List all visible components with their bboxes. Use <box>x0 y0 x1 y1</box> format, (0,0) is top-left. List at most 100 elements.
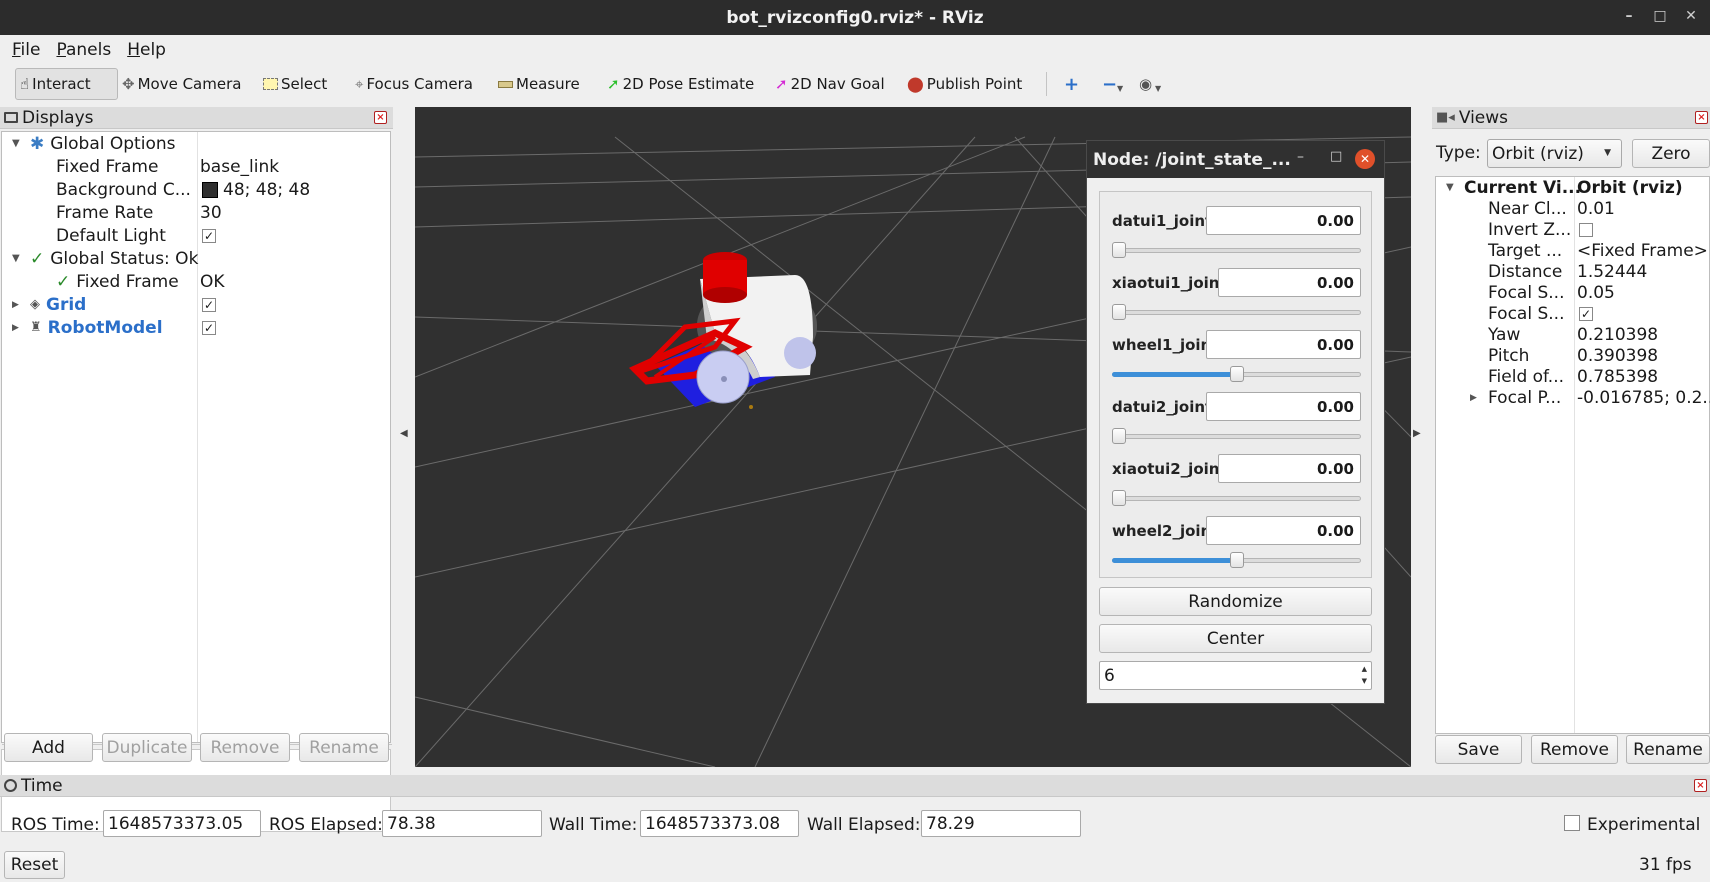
joint-slider-track[interactable] <box>1112 434 1361 439</box>
measure-label: Measure <box>516 75 580 93</box>
joint-label: wheel2_joint <box>1112 522 1219 540</box>
maximize-icon[interactable]: □ <box>1651 8 1669 24</box>
joint-slider-handle[interactable] <box>1112 304 1126 320</box>
reset-button[interactable]: Reset <box>4 851 65 879</box>
joint-slider-handle[interactable] <box>1112 428 1126 444</box>
interact-tool[interactable]: ☝ Interact <box>15 68 118 100</box>
close-panel-icon[interactable]: × <box>1694 779 1707 792</box>
target-frame-value[interactable]: <Fixed Frame> <box>1577 240 1708 261</box>
joint-value-field[interactable]: 0.00 <box>1206 206 1361 235</box>
joint-count-spinbox[interactable]: 6 ▲ ▼ <box>1099 661 1372 690</box>
crosshair-icon: ⌖ <box>355 75 364 93</box>
center-button[interactable]: Center <box>1099 624 1372 653</box>
randomize-button[interactable]: Randomize <box>1099 587 1372 616</box>
focus-camera-tool[interactable]: ⌖ Focus Camera <box>351 68 477 100</box>
global-status-label: Global Status: Ok <box>50 248 199 269</box>
minimize-icon[interactable]: – <box>1620 8 1638 24</box>
joint-value-field[interactable]: 0.00 <box>1206 392 1361 421</box>
joint-slider-handle[interactable] <box>1230 366 1244 382</box>
add-display-button[interactable]: Add <box>4 733 93 762</box>
collapse-arrow-icon[interactable]: ▶ <box>1470 393 1488 403</box>
dropdown-arrow-icon[interactable]: ▼ <box>1117 84 1123 93</box>
eye-icon[interactable]: ◉ <box>1135 68 1156 100</box>
add-tool-icon[interactable]: + <box>1060 68 1083 100</box>
current-view-row[interactable]: ▼ Current Vi... <box>1446 177 1581 198</box>
rename-view-button[interactable]: Rename <box>1626 735 1710 764</box>
rename-display-button[interactable]: Rename <box>299 733 389 762</box>
close-window-icon[interactable]: ✕ <box>1682 8 1700 24</box>
joint-value-field[interactable]: 0.00 <box>1206 330 1361 359</box>
wall-elapsed-field[interactable]: 78.29 <box>921 810 1081 837</box>
collapse-left-icon[interactable]: ◀ <box>400 428 408 439</box>
joint-slider-track[interactable] <box>1112 310 1361 315</box>
spin-arrows-icon[interactable]: ▲ ▼ <box>1362 663 1367 687</box>
joint-slider-track[interactable] <box>1112 496 1361 501</box>
measure-tool[interactable]: Measure <box>494 68 584 100</box>
focal-shape-size-value[interactable]: 0.05 <box>1577 282 1615 303</box>
joint-value-field[interactable]: 0.00 <box>1218 454 1361 483</box>
grid-checkbox[interactable]: ✓ <box>202 294 216 315</box>
zero-button[interactable]: Zero <box>1632 139 1710 168</box>
tree-row-global-status[interactable]: ▼ ✓ Global Status: Ok <box>12 248 198 269</box>
move-camera-tool[interactable]: ✥ Move Camera <box>118 68 245 100</box>
expand-arrow-icon[interactable]: ▼ <box>12 138 26 149</box>
close-panel-icon[interactable]: × <box>1695 111 1708 124</box>
focal-point-value[interactable]: -0.016785; 0.2... <box>1577 387 1710 408</box>
remove-display-button[interactable]: Remove <box>200 733 290 762</box>
pitch-value[interactable]: 0.390398 <box>1577 345 1658 366</box>
near-clip-value[interactable]: 0.01 <box>1577 198 1615 219</box>
background-color-text: 48; 48; 48 <box>223 179 311 200</box>
menu-help[interactable]: Help <box>127 40 166 60</box>
ros-elapsed-field[interactable]: 78.38 <box>382 810 542 837</box>
default-light-checkbox[interactable]: ✓ <box>202 225 216 246</box>
joint-value-field[interactable]: 0.00 <box>1206 516 1361 545</box>
menu-file[interactable]: File <box>12 40 40 60</box>
joint-slider-handle[interactable] <box>1230 552 1244 568</box>
select-tool[interactable]: Select <box>259 68 331 100</box>
joint-label: datui1_joint <box>1112 212 1213 230</box>
joint-label: xiaotui2_joint <box>1112 460 1227 478</box>
collapse-arrow-icon[interactable]: ▶ <box>12 300 26 310</box>
dropdown-arrow-icon[interactable]: ▼ <box>1155 84 1161 93</box>
field-of-view-value[interactable]: 0.785398 <box>1577 366 1658 387</box>
joint-value-field[interactable]: 0.00 <box>1218 268 1361 297</box>
joint-slider-track[interactable] <box>1112 248 1361 253</box>
expand-arrow-icon[interactable]: ▼ <box>1446 182 1464 193</box>
displays-tree: ▼ ✱ Global Options Fixed Frame base_link… <box>1 131 392 745</box>
publish-point-tool[interactable]: ⬤ Publish Point <box>903 68 1026 100</box>
fixed-frame-value[interactable]: base_link <box>200 156 279 177</box>
invert-z-checkbox[interactable] <box>1579 219 1593 240</box>
experimental-checkbox[interactable] <box>1564 815 1580 831</box>
chevron-down-icon: ▼ <box>1604 148 1611 158</box>
save-view-button[interactable]: Save <box>1435 735 1522 764</box>
remove-view-button[interactable]: Remove <box>1531 735 1618 764</box>
background-color-value[interactable]: 48; 48; 48 <box>202 179 310 200</box>
publish-point-label: Publish Point <box>926 75 1023 93</box>
view-type-select[interactable]: Orbit (rviz) ▼ <box>1487 139 1622 168</box>
menu-panels[interactable]: Panels <box>56 40 111 60</box>
nav-goal-tool[interactable]: ➚ 2D Nav Goal <box>771 68 889 100</box>
focal-point-row[interactable]: ▶ Focal P... <box>1470 387 1561 408</box>
focal-shape-fixed-checkbox[interactable]: ✓ <box>1579 303 1593 324</box>
expand-arrow-icon[interactable]: ▼ <box>12 253 26 264</box>
frame-rate-value[interactable]: 30 <box>200 202 222 223</box>
tree-row-global-options[interactable]: ▼ ✱ Global Options <box>12 133 175 154</box>
tree-row-grid[interactable]: ▶ ◈ Grid <box>12 294 86 315</box>
dialog-maximize-icon[interactable]: □ <box>1330 149 1342 164</box>
wall-time-field[interactable]: 1648573373.08 <box>640 810 799 837</box>
collapse-right-icon[interactable]: ▶ <box>1413 428 1421 439</box>
dialog-close-icon[interactable]: ✕ <box>1355 149 1375 169</box>
time-header: Time <box>0 775 1710 797</box>
tree-row-robot-model[interactable]: ▶ ♜ RobotModel <box>12 317 163 338</box>
distance-value[interactable]: 1.52444 <box>1577 261 1647 282</box>
dialog-minimize-icon[interactable]: – <box>1297 149 1304 165</box>
yaw-value[interactable]: 0.210398 <box>1577 324 1658 345</box>
joint-slider-handle[interactable] <box>1112 490 1126 506</box>
collapse-arrow-icon[interactable]: ▶ <box>12 323 26 333</box>
joint-slider-handle[interactable] <box>1112 242 1126 258</box>
ros-time-field[interactable]: 1648573373.05 <box>103 810 261 837</box>
duplicate-display-button[interactable]: Duplicate <box>102 733 192 762</box>
robot-model-checkbox[interactable]: ✓ <box>202 317 216 338</box>
close-panel-icon[interactable]: × <box>374 111 387 124</box>
pose-estimate-tool[interactable]: ➚ 2D Pose Estimate <box>603 68 758 100</box>
